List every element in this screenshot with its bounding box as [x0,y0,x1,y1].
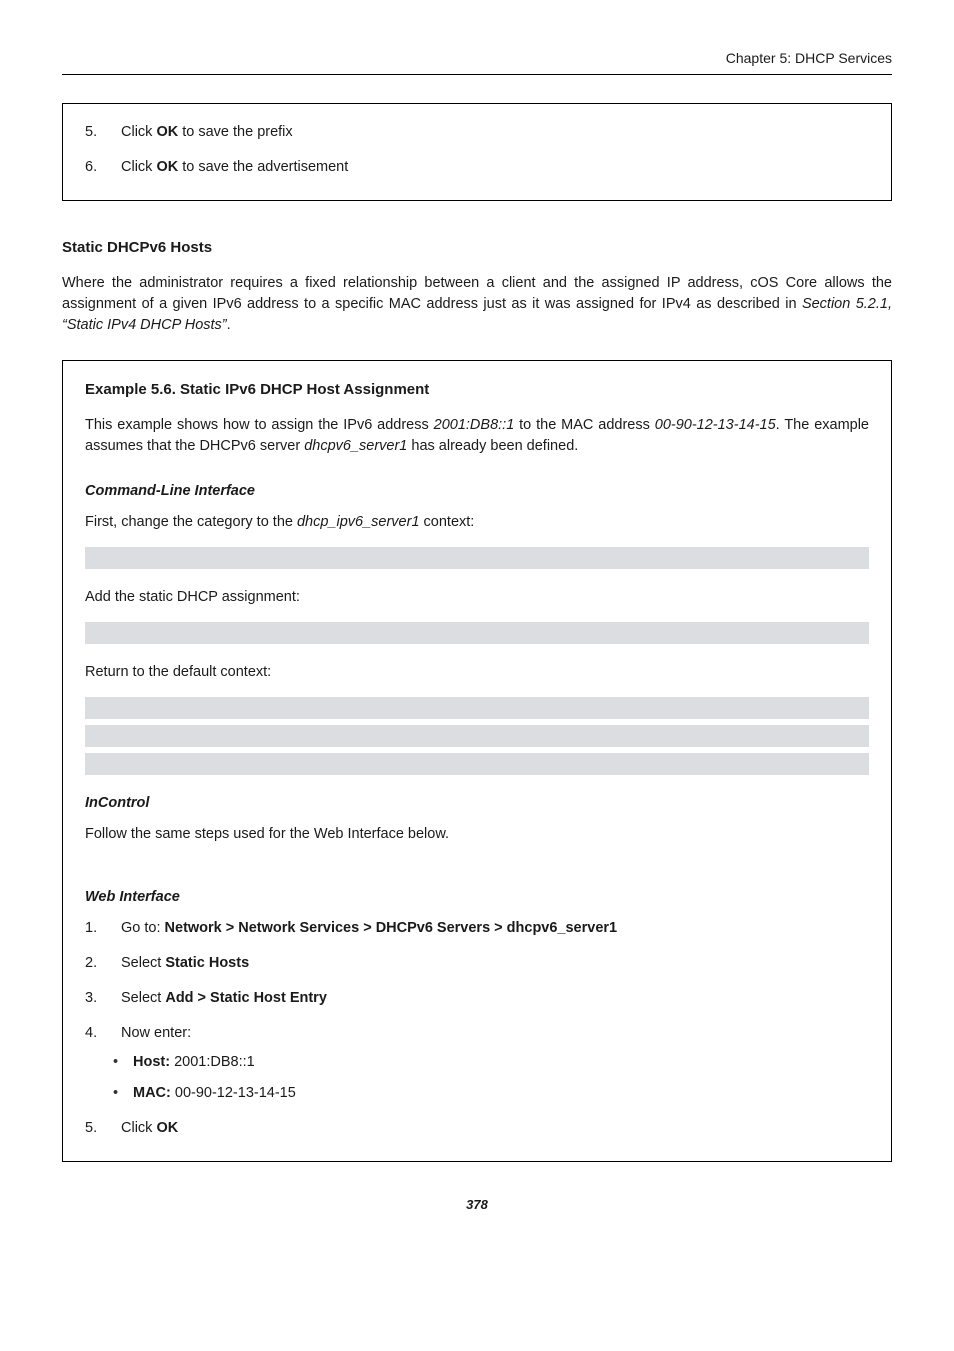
substep-text: MAC: 00-90-12-13-14-15 [133,1083,296,1104]
code-block [85,725,869,747]
step-text: Now enter: [121,1023,191,1044]
step-number: 5. [85,1118,103,1139]
step-5: 5. Click OK to save the prefix [85,122,869,143]
substep-host: • Host: 2001:DB8::1 [85,1052,869,1073]
code-block [85,697,869,719]
web-step-3: 3. Select Add > Static Host Entry [85,988,869,1009]
example-intro: This example shows how to assign the IPv… [85,415,869,457]
substep-mac: • MAC: 00-90-12-13-14-15 [85,1083,869,1104]
bullet-icon: • [113,1083,119,1104]
code-block [85,622,869,644]
step-text: Click OK to save the advertisement [121,157,348,178]
step-number: 3. [85,988,103,1009]
section-paragraph: Where the administrator requires a fixed… [62,273,892,336]
step-number: 6. [85,157,103,178]
web-step-4: 4. Now enter: • Host: 2001:DB8::1 • MAC:… [85,1023,869,1104]
example-box: Example 5.6. Static IPv6 DHCP Host Assig… [62,360,892,1162]
page-number: 378 [62,1196,892,1215]
step-text: Select Static Hosts [121,953,249,974]
step-text: Go to: Network > Network Services > DHCP… [121,918,617,939]
step-text: Click OK [121,1118,178,1139]
cli-step-3: Return to the default context: [85,662,869,683]
web-step-2: 2. Select Static Hosts [85,953,869,974]
web-interface-heading: Web Interface [85,887,869,908]
cli-step-2: Add the static DHCP assignment: [85,587,869,608]
example-title: Example 5.6. Static IPv6 DHCP Host Assig… [85,379,869,401]
step-text: Click OK to save the prefix [121,122,293,143]
step-text: Select Add > Static Host Entry [121,988,327,1009]
cli-step-1: First, change the category to the dhcp_i… [85,512,869,533]
running-header: Chapter 5: DHCP Services [62,48,892,75]
incontrol-text: Follow the same steps used for the Web I… [85,824,869,845]
web-step-1: 1. Go to: Network > Network Services > D… [85,918,869,939]
step-number: 4. [85,1023,103,1044]
section-heading: Static DHCPv6 Hosts [62,237,892,259]
step-6: 6. Click OK to save the advertisement [85,157,869,178]
step-number: 1. [85,918,103,939]
bullet-icon: • [113,1052,119,1073]
cli-heading: Command-Line Interface [85,481,869,502]
step-number: 5. [85,122,103,143]
code-block [85,547,869,569]
substep-text: Host: 2001:DB8::1 [133,1052,255,1073]
web-step-5: 5. Click OK [85,1118,869,1139]
example-continuation-box: 5. Click OK to save the prefix 6. Click … [62,103,892,201]
incontrol-heading: InControl [85,793,869,814]
step-number: 2. [85,953,103,974]
code-block [85,753,869,775]
